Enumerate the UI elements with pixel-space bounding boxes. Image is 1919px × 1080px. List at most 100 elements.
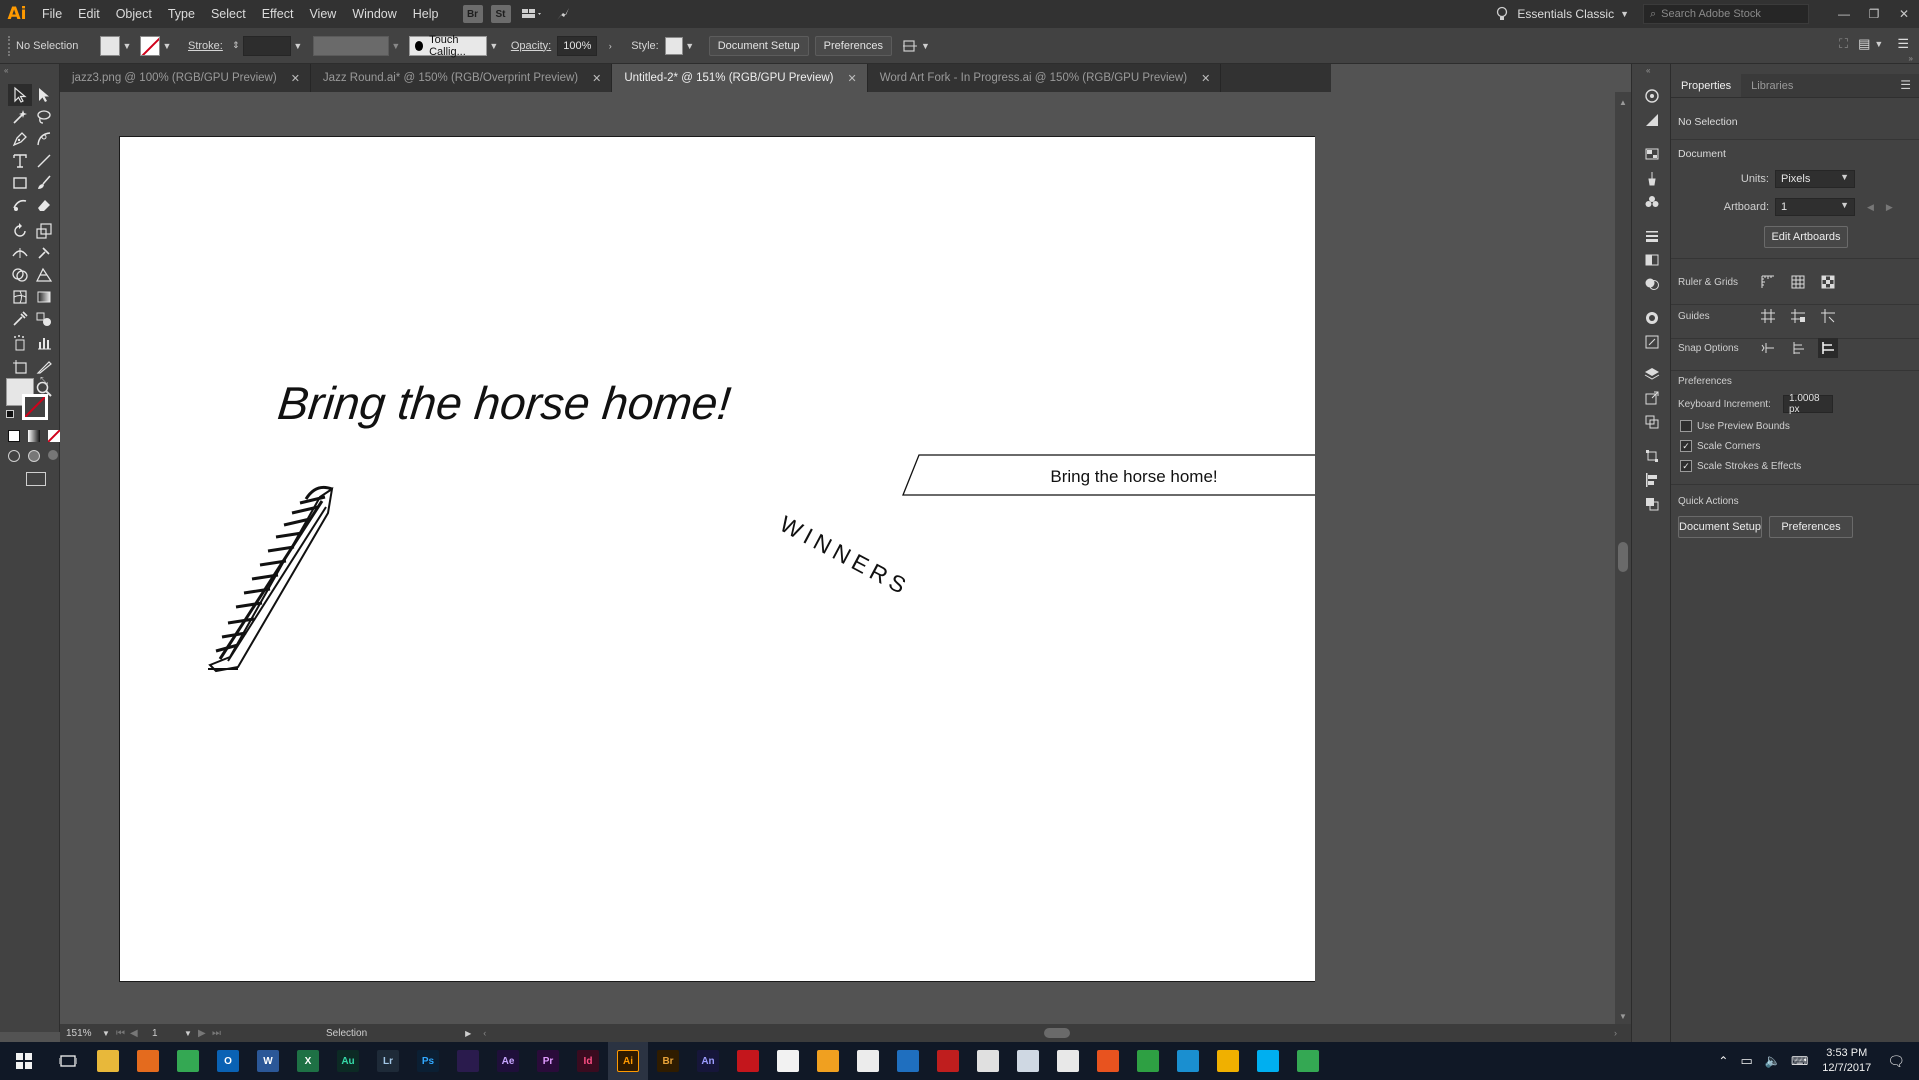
- close-tab-icon[interactable]: ✕: [847, 72, 856, 85]
- scale-strokes-checkbox[interactable]: ✓: [1680, 460, 1692, 472]
- hscroll-left-icon[interactable]: ‹: [483, 1028, 486, 1038]
- chevron-down-icon[interactable]: ▼: [921, 41, 930, 51]
- prev-artboard-icon[interactable]: ◀: [130, 1028, 144, 1039]
- stock-button[interactable]: St: [490, 5, 511, 23]
- taskbar-illustrator[interactable]: Ai: [608, 1042, 648, 1080]
- selection-tool[interactable]: [8, 84, 32, 106]
- rotate-tool[interactable]: [8, 220, 32, 242]
- chevron-down-icon[interactable]: ▼: [184, 1029, 198, 1038]
- scroll-up-arrow[interactable]: ▲: [1619, 98, 1627, 107]
- menu-edit[interactable]: Edit: [70, 0, 108, 28]
- task-view-button[interactable]: [48, 1042, 88, 1080]
- taskbar-chrome[interactable]: [168, 1042, 208, 1080]
- show-guides-icon[interactable]: [1758, 306, 1778, 326]
- blend-tool[interactable]: [32, 308, 56, 330]
- export-icon[interactable]: [1642, 388, 1662, 408]
- close-tab-icon[interactable]: ✕: [1201, 72, 1210, 85]
- color-panel-icon[interactable]: [1642, 86, 1662, 106]
- artboards-panel-icon[interactable]: [1642, 412, 1662, 432]
- brush-definition[interactable]: Touch Callig...: [408, 34, 487, 58]
- smart-guides-icon[interactable]: [1818, 306, 1838, 326]
- gradient-tool[interactable]: [32, 286, 56, 308]
- draw-inside-icon[interactable]: [48, 450, 58, 460]
- snap-to-grid-icon[interactable]: [1818, 338, 1838, 358]
- notifications-icon[interactable]: 🗨: [1887, 1053, 1905, 1070]
- transparency-icon[interactable]: [1642, 274, 1662, 294]
- paintbrush-tool[interactable]: [32, 172, 56, 194]
- vertical-scrollbar[interactable]: ▲ ▼: [1615, 92, 1631, 1024]
- chevron-down-icon[interactable]: ▼: [102, 1029, 116, 1038]
- artboard[interactable]: Bring the horse home! Bring the horse ho…: [119, 136, 1315, 982]
- taskbar-photoshop[interactable]: Ps: [408, 1042, 448, 1080]
- layers-icon[interactable]: [1642, 364, 1662, 384]
- bridge-button[interactable]: Br: [462, 5, 483, 23]
- transparency-grid-icon[interactable]: [1818, 272, 1838, 292]
- taskbar-animate[interactable]: An: [688, 1042, 728, 1080]
- taskbar-scanner[interactable]: [1008, 1042, 1048, 1080]
- collapse-panel-icon[interactable]: «: [4, 66, 8, 75]
- taskbar-tools-app[interactable]: [1168, 1042, 1208, 1080]
- graphic-styles-icon[interactable]: [1642, 332, 1662, 352]
- eyedropper-tool[interactable]: [8, 308, 32, 330]
- hscroll-right-icon[interactable]: ›: [1614, 1028, 1617, 1038]
- perspective-grid-tool[interactable]: [32, 264, 56, 286]
- draw-behind-icon[interactable]: [28, 450, 40, 462]
- chevron-down-icon[interactable]: ▼: [389, 41, 403, 51]
- eraser-tool[interactable]: [32, 194, 56, 216]
- taskbar-chrome-2[interactable]: [1288, 1042, 1328, 1080]
- qa-preferences-button[interactable]: Preferences: [1769, 516, 1853, 538]
- document-setup-button[interactable]: Document Setup: [708, 35, 809, 56]
- graphic-style-swatch[interactable]: [664, 36, 683, 55]
- taskbar-audition[interactable]: Au: [328, 1042, 368, 1080]
- taskbar-skype[interactable]: [1248, 1042, 1288, 1080]
- edit-artboards-button[interactable]: Edit Artboards: [1764, 226, 1848, 248]
- swap-icon[interactable]: ⤡: [40, 376, 48, 387]
- pathfinder-icon[interactable]: [1642, 494, 1662, 514]
- color-mode-icon[interactable]: [8, 430, 20, 442]
- draw-normal-icon[interactable]: [8, 450, 20, 462]
- close-window-button[interactable]: ✕: [1889, 0, 1919, 28]
- taskbar-notepad[interactable]: [888, 1042, 928, 1080]
- swatches-icon[interactable]: [1642, 144, 1662, 164]
- transform-panel-icon[interactable]: [1642, 446, 1662, 466]
- arrange-documents-icon[interactable]: [521, 7, 547, 21]
- gradient-mode-icon[interactable]: [28, 430, 40, 442]
- lasso-tool[interactable]: [32, 106, 56, 128]
- tab-libraries[interactable]: Libraries: [1741, 74, 1803, 97]
- banner-text[interactable]: Bring the horse home!: [1050, 467, 1217, 486]
- appearance-icon[interactable]: [1642, 308, 1662, 328]
- scroll-down-arrow[interactable]: ▼: [1619, 1012, 1627, 1021]
- document-tab[interactable]: Jazz Round.ai* @ 150% (RGB/Overprint Pre…: [311, 64, 613, 92]
- taskbar-after-effects[interactable]: Ae: [488, 1042, 528, 1080]
- opacity-field[interactable]: 100%: [557, 35, 598, 56]
- horizontal-scroll-thumb[interactable]: [1044, 1028, 1070, 1038]
- taskbar-acrobat[interactable]: [728, 1042, 768, 1080]
- direct-selection-tool[interactable]: [32, 84, 56, 106]
- pen-tool[interactable]: [8, 128, 32, 150]
- taskbar-bridge[interactable]: Br: [648, 1042, 688, 1080]
- color-guide-icon[interactable]: [1642, 110, 1662, 130]
- scroll-thumb[interactable]: [1618, 542, 1628, 572]
- taskbar-search-app[interactable]: [1128, 1042, 1168, 1080]
- stock-search-input[interactable]: ⌕ Search Adobe Stock: [1643, 4, 1809, 24]
- close-tab-icon[interactable]: ✕: [592, 72, 601, 85]
- status-menu-icon[interactable]: ▶: [465, 1029, 471, 1038]
- artboard-tool[interactable]: [8, 356, 32, 378]
- qa-document-setup-button[interactable]: Document Setup: [1678, 516, 1762, 538]
- taskbar-fl-studio[interactable]: [808, 1042, 848, 1080]
- document-tab[interactable]: jazz3.png @ 100% (RGB/GPU Preview) ✕: [60, 64, 311, 92]
- next-artboard-icon[interactable]: ▶: [198, 1028, 212, 1039]
- slice-tool[interactable]: [32, 356, 56, 378]
- chevron-up-icon[interactable]: ⌃: [1718, 1054, 1728, 1068]
- collapse-props-icon[interactable]: »: [1909, 54, 1913, 63]
- keyboard-icon[interactable]: ⌨: [1791, 1054, 1808, 1068]
- start-button[interactable]: [0, 1042, 48, 1080]
- prev-artboard-arrow[interactable]: ◀: [1867, 202, 1874, 213]
- units-dropdown[interactable]: Pixels ▼: [1775, 170, 1855, 188]
- taskbar-outlook[interactable]: O: [208, 1042, 248, 1080]
- mesh-tool[interactable]: [8, 286, 32, 308]
- last-artboard-icon[interactable]: ⏭: [212, 1028, 226, 1039]
- document-tab[interactable]: Word Art Fork - In Progress.ai @ 150% (R…: [868, 64, 1222, 92]
- chevron-down-icon[interactable]: ▼: [120, 41, 134, 51]
- tab-properties[interactable]: Properties: [1671, 74, 1742, 97]
